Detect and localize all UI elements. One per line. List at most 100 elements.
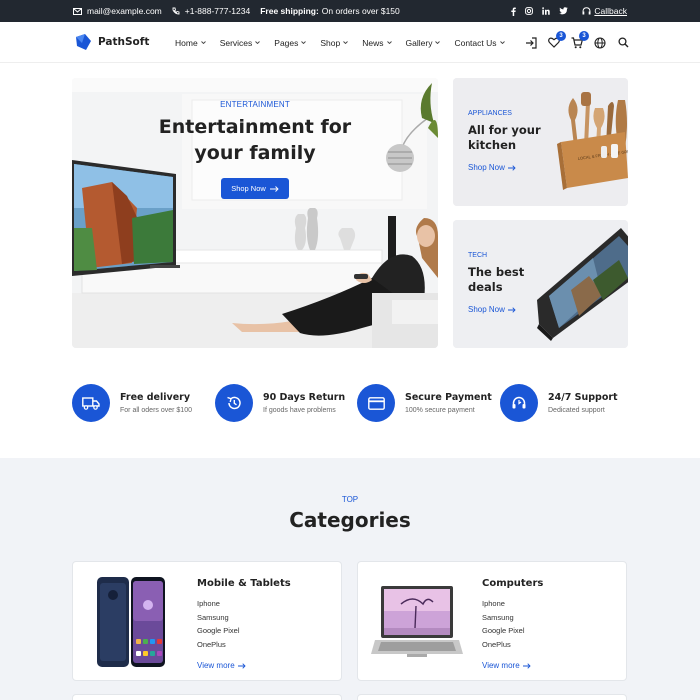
view-more-link[interactable]: View more: [482, 661, 531, 670]
chevron-down-icon: [386, 41, 392, 44]
wishlist-count-badge: 3: [556, 30, 566, 41]
promo-tag: APPLIANCES: [468, 110, 512, 117]
callback-text: Callback: [594, 6, 627, 16]
email-text: mail@example.com: [87, 6, 162, 16]
promo-title: All for your kitchen: [468, 123, 541, 153]
promo-title-line-2: deals: [468, 280, 503, 294]
category-link[interactable]: Samsung: [482, 613, 525, 627]
promo-tag: TECH: [468, 252, 488, 259]
feature-item: Free delivery For all oders over $100: [72, 383, 192, 423]
feature-title: Free delivery: [120, 392, 191, 403]
menu-item-services[interactable]: Services: [220, 38, 261, 48]
promo-shop-now-link[interactable]: Shop Now: [468, 163, 516, 172]
cart-button[interactable]: 3: [570, 30, 589, 50]
feature-icon-circle: [357, 384, 395, 422]
email-contact[interactable]: mail@example.com: [73, 6, 162, 16]
category-link[interactable]: Google Pixel: [482, 626, 525, 640]
phone-product-image: [97, 577, 165, 667]
menu-item-news[interactable]: News: [362, 38, 392, 48]
promo-link-label: Shop Now: [468, 305, 505, 314]
categories-title: Categories: [289, 508, 411, 532]
shipping-text: On orders over $150: [321, 6, 400, 16]
view-more-label: View more: [197, 661, 235, 670]
category-link[interactable]: OnePlus: [197, 640, 240, 654]
category-card-mobile[interactable]: Mobile & Tablets Iphone Samsung Google P…: [72, 561, 342, 681]
categories-section: TOP Categories Mobile & Tablets Iphone S…: [0, 458, 700, 700]
search-button[interactable]: [616, 36, 630, 50]
arrow-right-icon: [522, 662, 531, 669]
logo-text: PathSoft: [98, 36, 150, 48]
chevron-down-icon: [343, 41, 349, 44]
menu-label: Services: [219, 37, 253, 48]
category-links: Iphone Samsung Google Pixel OnePlus: [197, 599, 240, 653]
menu-item-home[interactable]: Home: [175, 38, 206, 48]
headset-icon: [582, 7, 591, 15]
menu-item-gallery[interactable]: Gallery: [406, 38, 441, 48]
feature-subtitle: If goods have problems: [263, 407, 336, 414]
promo-title-line-1: All for your: [468, 123, 541, 137]
feature-title: 24/7 Support: [548, 392, 618, 403]
category-link[interactable]: Samsung: [197, 613, 240, 627]
hero-shop-now-button[interactable]: Shop Now: [221, 178, 289, 199]
instagram-icon[interactable]: [525, 7, 534, 15]
features-row: Free delivery For all oders over $100 90…: [72, 383, 632, 423]
menu-label: Contact Us: [454, 37, 497, 48]
phone-icon: [172, 7, 180, 15]
language-button[interactable]: [593, 36, 607, 50]
feature-subtitle: Dedicated support: [548, 407, 605, 414]
feature-icon-circle: [72, 384, 110, 422]
category-link[interactable]: OnePlus: [482, 640, 525, 654]
menu-label: Gallery: [405, 37, 433, 48]
feature-title: 90 Days Return: [263, 392, 346, 403]
menu-item-shop[interactable]: Shop: [320, 37, 349, 48]
menu-item-contact[interactable]: Contact Us: [454, 37, 505, 48]
linkedin-icon[interactable]: [542, 7, 551, 15]
promo-card-tech[interactable]: TECH The best deals Shop Now: [453, 220, 628, 348]
feature-subtitle: For all oders over $100: [120, 407, 192, 414]
menu-label: Shop: [320, 37, 341, 48]
globe-icon: [594, 36, 606, 49]
twitter-icon[interactable]: [559, 7, 569, 15]
hero-title: Entertainment for your family: [72, 114, 438, 166]
hero-eyebrow: ENTERTAINMENT: [220, 100, 290, 109]
feature-item: 90 Days Return If goods have problems: [215, 383, 345, 423]
logo[interactable]: PathSoft: [74, 33, 149, 51]
category-title: Computers: [482, 578, 544, 589]
view-more-link[interactable]: View more: [197, 661, 246, 670]
category-link[interactable]: Iphone: [197, 599, 240, 613]
shipping-label: Free shipping:: [260, 6, 319, 16]
login-button[interactable]: [524, 36, 538, 50]
promo-title-line-2: kitchen: [468, 138, 517, 152]
facebook-icon[interactable]: [511, 7, 517, 16]
category-link[interactable]: Iphone: [482, 599, 525, 613]
callback-link[interactable]: Callback: [582, 6, 627, 16]
search-icon: [617, 37, 628, 48]
category-card-partial: [72, 694, 342, 700]
chevron-down-icon: [200, 41, 206, 44]
promo-link-label: Shop Now: [468, 163, 505, 172]
headset-icon: [512, 396, 526, 409]
hero-button-label: Shop Now: [231, 184, 266, 193]
category-link[interactable]: Google Pixel: [197, 626, 240, 640]
category-card-computers[interactable]: Computers Iphone Samsung Google Pixel On…: [357, 561, 627, 681]
menu: Home Services Pages Shop News Gallery Co…: [175, 22, 505, 63]
wishlist-button[interactable]: 3: [547, 30, 566, 50]
feature-item: 24/7 Support Dedicated support: [500, 383, 618, 423]
promo-title-line-1: The best: [468, 265, 525, 279]
feature-subtitle: 100% secure payment: [405, 407, 475, 414]
menu-item-pages[interactable]: Pages: [274, 38, 307, 48]
feature-icon-circle: [500, 384, 538, 422]
promo-title: The best deals: [468, 265, 524, 295]
top-bar: mail@example.com +1-888-777-1234 Free sh…: [0, 0, 700, 22]
feature-item: Secure Payment 100% secure payment: [357, 383, 492, 423]
feature-icon-circle: [215, 384, 253, 422]
chevron-down-icon: [499, 41, 505, 44]
phone-contact[interactable]: +1-888-777-1234: [172, 6, 250, 16]
promo-shop-now-link[interactable]: Shop Now: [468, 305, 516, 314]
logo-icon: [76, 34, 91, 50]
category-links: Iphone Samsung Google Pixel OnePlus: [482, 599, 525, 653]
arrow-right-icon: [237, 662, 246, 669]
promo-card-appliances[interactable]: LOCAL & FRESH · THE GREEN MARKET APPLIAN…: [453, 78, 628, 206]
feature-title: Secure Payment: [405, 392, 492, 403]
hero-banner[interactable]: ENTERTAINMENT Entertainment for your fam…: [72, 78, 438, 348]
